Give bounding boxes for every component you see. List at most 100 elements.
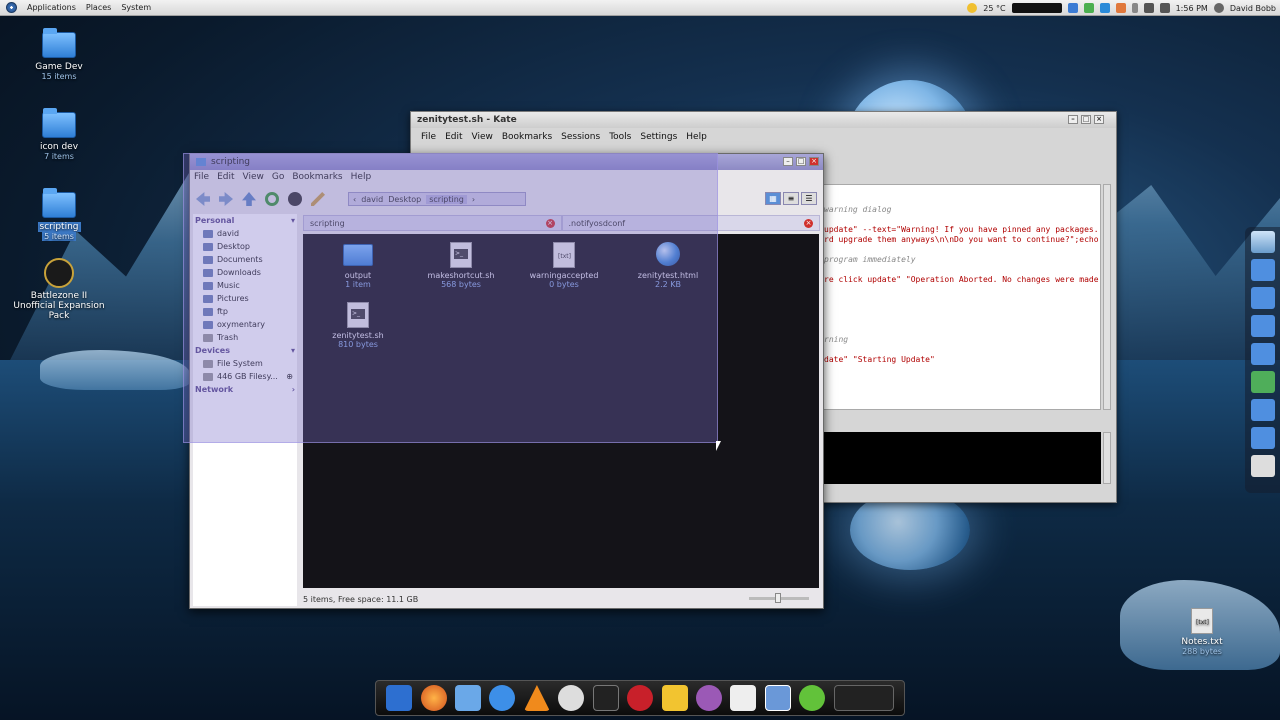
- sidebar-section-network[interactable]: Network ›: [193, 383, 297, 396]
- terminal-icon[interactable]: [592, 685, 619, 711]
- menu-places[interactable]: Places: [86, 3, 111, 12]
- maximize-button[interactable]: □: [1081, 115, 1091, 124]
- mendeley-icon[interactable]: [627, 685, 654, 711]
- pictures-folder-icon[interactable]: [1250, 343, 1275, 365]
- chevron-right-icon[interactable]: ›: [472, 195, 475, 204]
- menu-applications[interactable]: Applications: [27, 3, 76, 12]
- chevron-left-icon[interactable]: ‹: [353, 195, 356, 204]
- purple-icon[interactable]: [696, 685, 722, 711]
- list-view-button[interactable]: ≡: [783, 192, 799, 205]
- breadcrumb-scripting[interactable]: scripting: [426, 194, 467, 204]
- file-item-warningaccepted[interactable]: [txt] warningaccepted 0 bytes: [519, 242, 609, 289]
- file-item-zenitytest-sh[interactable]: >_ zenitytest.sh 810 bytes: [313, 302, 403, 349]
- thunderbird-icon[interactable]: [455, 685, 482, 711]
- menu-sessions[interactable]: Sessions: [561, 132, 600, 142]
- file-item-zenitytest-html[interactable]: zenitytest.html 2.2 KB: [623, 242, 713, 289]
- up-icon[interactable]: [242, 192, 256, 206]
- computer-icon[interactable]: [1250, 231, 1275, 253]
- desktop-icon-game-dev[interactable]: Game Dev 15 items: [14, 28, 104, 81]
- edit-location-icon[interactable]: [311, 192, 325, 206]
- close-tab-icon[interactable]: ×: [804, 218, 813, 228]
- update-icon[interactable]: [1067, 3, 1078, 13]
- menu-help[interactable]: Help: [686, 132, 707, 142]
- breadcrumb-desktop[interactable]: Desktop: [388, 195, 421, 204]
- sidebar-item-david[interactable]: david: [193, 227, 297, 240]
- menu-system[interactable]: System: [121, 3, 151, 12]
- skype-icon[interactable]: [799, 685, 826, 711]
- user-name[interactable]: David Bobb: [1230, 4, 1276, 13]
- check-icon[interactable]: [1083, 3, 1094, 13]
- menu-view[interactable]: View: [472, 132, 493, 142]
- notes-icon[interactable]: [661, 685, 688, 711]
- forward-icon[interactable]: [219, 192, 233, 206]
- music-folder-icon[interactable]: [1250, 315, 1275, 337]
- eject-icon[interactable]: ⊕: [286, 372, 293, 381]
- sidebar-section-personal[interactable]: Personal ▾: [193, 214, 297, 227]
- distro-logo-icon[interactable]: [6, 2, 17, 13]
- file-item-output[interactable]: output 1 item: [313, 242, 403, 289]
- icon-view-button[interactable]: ▦: [765, 192, 781, 205]
- sidebar-item-downloads[interactable]: Downloads: [193, 266, 297, 279]
- sidebar-item-ftp[interactable]: ftp: [193, 305, 297, 318]
- blender-icon[interactable]: [558, 685, 585, 711]
- weather-icon[interactable]: [967, 3, 978, 13]
- terminal-panel[interactable]: [823, 432, 1101, 484]
- menu-bookmarks[interactable]: Bookmarks: [292, 172, 342, 182]
- sidebar-item-desktop[interactable]: Desktop: [193, 240, 297, 253]
- temperature[interactable]: 25 °C: [983, 4, 1005, 13]
- menu-file[interactable]: File: [194, 172, 209, 182]
- code-editor[interactable]: warning dialog update" --text="Warning! …: [823, 184, 1101, 410]
- close-button[interactable]: ×: [1094, 115, 1104, 124]
- volume-icon[interactable]: [1159, 3, 1170, 13]
- menu-go[interactable]: Go: [272, 172, 284, 182]
- menu-bookmarks[interactable]: Bookmarks: [502, 132, 552, 142]
- editor-scrollbar[interactable]: [1103, 184, 1111, 410]
- editor-icon[interactable]: [730, 685, 757, 711]
- drop-icon[interactable]: [489, 685, 516, 711]
- sidebar-section-devices[interactable]: Devices ▾: [193, 344, 297, 357]
- breadcrumb-david[interactable]: david: [361, 195, 383, 204]
- sidebar-item-file-system[interactable]: File System: [193, 357, 297, 370]
- file-manager-titlebar[interactable]: scripting – □ ×: [190, 154, 823, 170]
- cpu-graph-icon[interactable]: [1011, 3, 1062, 13]
- clock[interactable]: 1:56 PM: [1176, 4, 1208, 13]
- sidebar-item-446gb[interactable]: 446 GB Filesy... ⊕: [193, 370, 297, 383]
- detail-view-button[interactable]: ☰: [801, 192, 817, 205]
- close-tab-icon[interactable]: ×: [545, 218, 555, 228]
- back-icon[interactable]: [196, 192, 210, 206]
- vlc-icon[interactable]: [523, 685, 550, 711]
- trash-icon[interactable]: [1250, 455, 1275, 477]
- desktop-icon-battlezone[interactable]: Battlezone II Unofficial Expansion Pack: [12, 258, 106, 321]
- folder-icon[interactable]: [1250, 399, 1275, 421]
- sidebar-item-pictures[interactable]: Pictures: [193, 292, 297, 305]
- sidebar-item-music[interactable]: Music: [193, 279, 297, 292]
- search-icon[interactable]: [288, 192, 302, 206]
- downloads-folder-icon[interactable]: [1250, 371, 1275, 393]
- menu-help[interactable]: Help: [351, 172, 372, 182]
- anchor-icon[interactable]: [386, 685, 413, 711]
- zoom-slider[interactable]: [749, 593, 809, 603]
- tab-notifyosdconf[interactable]: .notifyosdconf ×: [561, 215, 820, 231]
- sidebar-item-documents[interactable]: Documents: [193, 253, 297, 266]
- home-folder-icon[interactable]: [1250, 259, 1275, 281]
- maximize-button[interactable]: □: [796, 157, 806, 166]
- file-item-makeshortcut[interactable]: >_ makeshortcut.sh 568 bytes: [416, 242, 506, 289]
- menu-view[interactable]: View: [243, 172, 264, 182]
- minimize-button[interactable]: –: [1068, 115, 1078, 124]
- file-view[interactable]: output 1 item >_ makeshortcut.sh 568 byt…: [303, 234, 819, 588]
- bluetooth-icon[interactable]: [1131, 3, 1138, 13]
- folder-icon[interactable]: [1250, 287, 1275, 309]
- kate-titlebar[interactable]: zenitytest.sh - Kate – □ ×: [411, 112, 1116, 128]
- terminal-scrollbar[interactable]: [1103, 432, 1111, 484]
- sidebar-item-trash[interactable]: Trash: [193, 331, 297, 344]
- workspace-icon[interactable]: [833, 685, 894, 711]
- reload-icon[interactable]: [265, 192, 279, 206]
- minimize-button[interactable]: –: [783, 157, 793, 166]
- sidebar-item-oxymentary[interactable]: oxymentary: [193, 318, 297, 331]
- menu-settings[interactable]: Settings: [640, 132, 677, 142]
- tab-scripting[interactable]: scripting ×: [303, 215, 562, 231]
- menu-edit[interactable]: Edit: [217, 172, 234, 182]
- menu-file[interactable]: File: [421, 132, 436, 142]
- close-button[interactable]: ×: [809, 157, 819, 166]
- app-icon[interactable]: [1115, 3, 1126, 13]
